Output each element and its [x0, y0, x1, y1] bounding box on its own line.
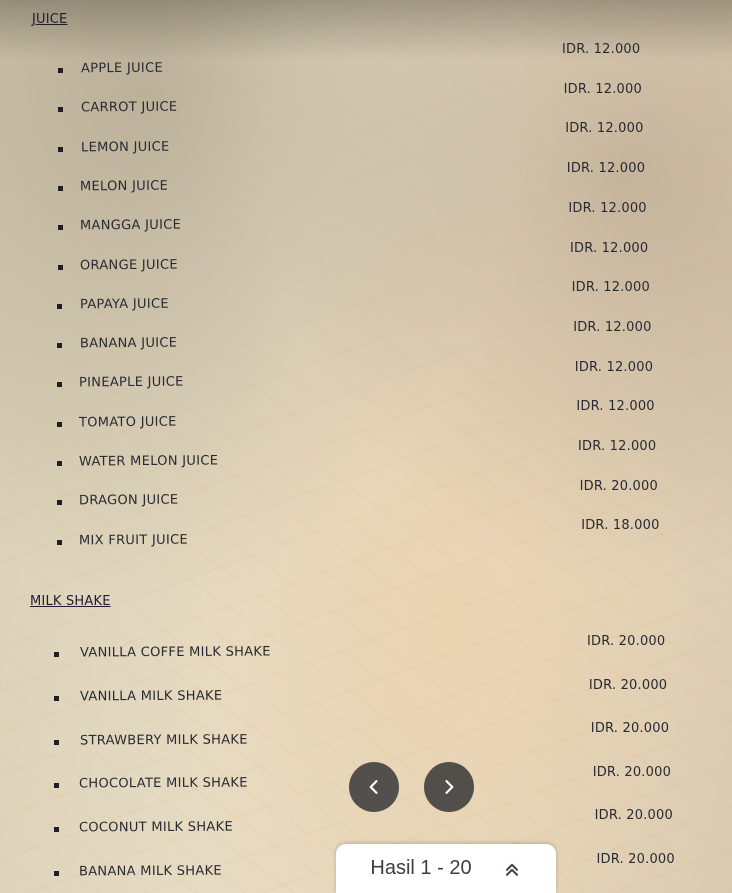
menu-item-price: IDR. 18.000	[581, 518, 660, 534]
list-bullet	[53, 871, 59, 876]
menu-item-price: IDR. 12.000	[570, 240, 649, 256]
menu-item-price: IDR. 12.000	[571, 280, 650, 296]
list-bullet	[57, 382, 63, 388]
list-bullet	[57, 421, 63, 427]
chevron-left-icon	[369, 780, 378, 794]
menu-item-price: IDR. 20.000	[592, 764, 672, 780]
menu-item-price: IDR. 20.000	[588, 677, 668, 693]
list-bullet	[57, 264, 63, 270]
section-title: JUICE	[32, 12, 68, 27]
menu-item-name: DRAGON JUICE	[78, 492, 179, 509]
menu-item-price: IDR. 20.000	[590, 721, 670, 737]
menu-item-price: IDR. 12.000	[568, 200, 647, 216]
menu-item-price: IDR. 12.000	[574, 359, 654, 375]
menu-item-price: IDR. 12.000	[563, 81, 642, 97]
menu-item-name: COCONUT MILK SHAKE	[79, 819, 234, 836]
list-bullet	[54, 652, 59, 657]
menu-item-price: IDR. 20.000	[587, 634, 666, 649]
menu-item-price: IDR. 12.000	[565, 121, 644, 137]
results-count-label: Hasil 1 - 20	[370, 857, 472, 879]
list-bullet	[57, 107, 63, 113]
section-title: MILK SHAKE	[30, 594, 111, 609]
menu-item-price: IDR. 20.000	[594, 808, 673, 824]
menu-item-name: PINEAPLE JUICE	[79, 374, 185, 391]
menu-item-price: IDR. 12.000	[566, 161, 646, 177]
menu-item-name: MELON JUICE	[80, 178, 169, 195]
list-bullet	[56, 500, 62, 506]
results-pager: Hasil 1 - 20	[336, 844, 556, 893]
list-bullet	[58, 68, 63, 73]
list-bullet	[53, 827, 59, 833]
menu-item-name: MIX FRUIT JUICE	[78, 532, 188, 549]
menu-item-name: TOMATO JUICE	[79, 414, 177, 431]
menu-item-price: IDR. 20.000	[579, 478, 658, 494]
next-photo-button[interactable]	[424, 762, 474, 812]
menu-item-price: IDR. 12.000	[562, 42, 641, 57]
menu-item-price: IDR. 12.000	[576, 399, 655, 415]
menu-item-name: ORANGE JUICE	[79, 257, 178, 273]
menu-item-name: BANANA JUICE	[79, 335, 177, 352]
list-bullet	[57, 343, 63, 349]
menu-item-name: LEMON JUICE	[80, 139, 170, 155]
menu-item-price: IDR. 12.000	[578, 439, 657, 454]
list-bullet	[53, 695, 59, 701]
menu-item-name: STRAWBERY MILK SHAKE	[79, 732, 248, 749]
menu-item-price: IDR. 12.000	[573, 319, 652, 335]
list-bullet	[57, 225, 63, 231]
list-bullet	[56, 539, 62, 545]
menu-item-name: APPLE JUICE	[80, 60, 163, 77]
chevron-right-icon	[445, 780, 454, 794]
menu-item-name: PAPAYA JUICE	[79, 296, 169, 313]
list-bullet	[57, 461, 62, 466]
menu-item-name: WATER MELON JUICE	[78, 453, 219, 470]
menu-item-name: VANILLA COFFE MILK SHAKE	[79, 644, 271, 661]
menu-item-name: MANGGA JUICE	[80, 217, 182, 234]
list-bullet	[53, 783, 59, 789]
list-bullet	[57, 303, 63, 309]
list-bullet	[57, 185, 63, 191]
menu-item-name: BANANA MILK SHAKE	[78, 863, 222, 880]
list-bullet	[57, 146, 63, 152]
double-chevron-up-icon[interactable]	[502, 859, 522, 879]
list-bullet	[53, 739, 59, 745]
previous-photo-button[interactable]	[349, 762, 399, 812]
menu-item-name: CHOCOLATE MILK SHAKE	[79, 775, 249, 792]
menu-item-name: VANILLA MILK SHAKE	[79, 688, 223, 705]
menu-item-name: CARROT JUICE	[80, 99, 178, 116]
menu-item-price: IDR. 20.000	[596, 852, 675, 867]
